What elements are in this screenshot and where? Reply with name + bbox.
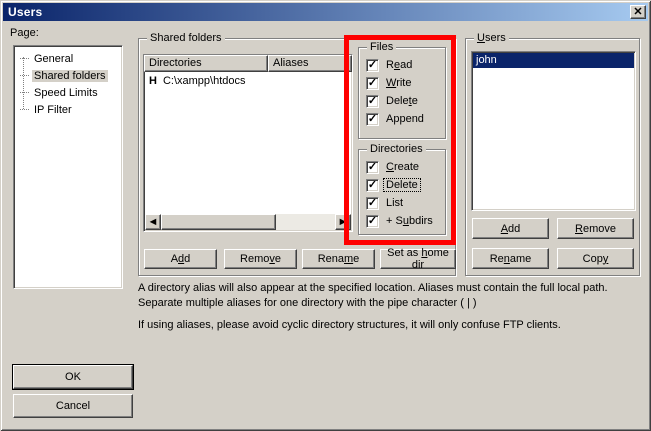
scrollbar-track[interactable] [276, 214, 335, 230]
check-icon: ✓ [368, 114, 377, 125]
checked-checkbox-icon[interactable]: ✓ [366, 179, 379, 192]
shared-folders-group-title: Shared folders [147, 32, 225, 44]
users-group: Users john Add Remove Rename Copy [465, 38, 640, 276]
checkbox-label: Write [384, 77, 413, 89]
checkbox-subdirs[interactable]: ✓ + Subdirs [366, 214, 435, 228]
add-folder-button[interactable]: Add [144, 249, 217, 269]
button-label: Add [171, 253, 191, 265]
check-icon: ✓ [368, 162, 377, 173]
tree-item-label: Shared folders [32, 70, 108, 82]
window-title: Users [8, 5, 42, 19]
horizontal-scrollbar[interactable]: ◄ ► [145, 214, 351, 230]
tree-item-label: IP Filter [32, 104, 74, 116]
files-group-title: Files [367, 41, 396, 53]
tree-item-general[interactable]: General [16, 50, 120, 67]
tree-item-label: Speed Limits [32, 87, 100, 99]
close-icon: ✕ [633, 7, 642, 18]
checkbox-label: Delete [384, 95, 420, 107]
tree-item-shared-folders[interactable]: Shared folders [16, 67, 120, 84]
directories-listview[interactable]: Directories Aliases H C:\xampp\htdocs ◄ … [143, 54, 353, 232]
checkbox-label: Create [384, 161, 421, 173]
tree-connector-icon [20, 58, 29, 59]
checkbox-list[interactable]: ✓ List [366, 196, 405, 210]
page-tree[interactable]: General Shared folders Speed Limits IP F… [13, 45, 123, 289]
directories-group: Directories ✓ Create ✓ Delete ✓ List ✓ +… [358, 149, 446, 235]
add-user-button[interactable]: Add [472, 218, 549, 239]
scroll-right-button[interactable]: ► [335, 214, 351, 230]
scroll-left-button[interactable]: ◄ [145, 214, 161, 230]
rename-folder-button[interactable]: Rename [302, 249, 375, 269]
checkbox-label: Delete [384, 179, 420, 191]
tree-connector-icon [20, 75, 29, 76]
set-as-home-dir-button[interactable]: Set as home dir [380, 249, 456, 269]
checkbox-label: Append [384, 113, 426, 125]
check-icon: ✓ [368, 96, 377, 107]
check-icon: ✓ [368, 78, 377, 89]
help-paragraph-aliases: A directory alias will also appear at th… [138, 281, 645, 311]
button-label: Copy [583, 253, 609, 265]
remove-user-button[interactable]: Remove [557, 218, 634, 239]
home-dir-flag: H [146, 75, 160, 87]
checked-checkbox-icon[interactable]: ✓ [366, 161, 379, 174]
checked-checkbox-icon[interactable]: ✓ [366, 113, 379, 126]
cancel-button[interactable]: Cancel [13, 394, 133, 418]
checkbox-append[interactable]: ✓ Append [366, 112, 426, 126]
ok-button[interactable]: OK [13, 365, 133, 389]
help-text: A directory alias will also appear at th… [138, 281, 645, 340]
directories-group-title: Directories [367, 143, 426, 155]
button-label: Remove [240, 253, 281, 265]
page-label: Page: [10, 27, 39, 39]
column-header-directories[interactable]: Directories [144, 55, 268, 72]
tree-connector-icon [20, 109, 29, 110]
remove-folder-button[interactable]: Remove [224, 249, 297, 269]
checkbox-delete-dirs[interactable]: ✓ Delete [366, 178, 420, 192]
checkbox-create[interactable]: ✓ Create [366, 160, 421, 174]
button-label: Add [501, 223, 521, 235]
copy-user-button[interactable]: Copy [557, 248, 634, 269]
check-icon: ✓ [368, 198, 377, 209]
users-group-title: Users [474, 32, 509, 44]
user-name: john [476, 54, 497, 66]
listview-header: Directories Aliases [144, 55, 352, 72]
button-label: Set as home dir [381, 247, 455, 271]
tree-item-label: General [32, 53, 75, 65]
column-header-aliases[interactable]: Aliases [268, 55, 352, 72]
checked-checkbox-icon[interactable]: ✓ [366, 197, 379, 210]
directory-row[interactable]: H C:\xampp\htdocs [144, 74, 352, 88]
checkbox-read[interactable]: ✓ Read [366, 58, 414, 72]
directory-path: C:\xampp\htdocs [163, 75, 246, 87]
checkbox-label: + Subdirs [384, 215, 435, 227]
shared-folders-group: Shared folders Directories Aliases H C:\… [138, 38, 456, 276]
arrow-right-icon: ► [338, 217, 349, 228]
scrollbar-thumb[interactable] [161, 214, 276, 230]
checkbox-label: Read [384, 59, 414, 71]
help-paragraph-cyclic: If using aliases, please avoid cyclic di… [138, 318, 645, 333]
button-label: Remove [575, 223, 616, 235]
tree-item-ip-filter[interactable]: IP Filter [16, 101, 120, 118]
titlebar[interactable]: Users ✕ [3, 3, 648, 21]
tree-item-speed-limits[interactable]: Speed Limits [16, 84, 120, 101]
checked-checkbox-icon[interactable]: ✓ [366, 59, 379, 72]
button-label: Rename [318, 253, 360, 265]
checkbox-write[interactable]: ✓ Write [366, 76, 413, 90]
checkbox-delete-files[interactable]: ✓ Delete [366, 94, 420, 108]
button-label: Rename [490, 253, 532, 265]
check-icon: ✓ [368, 216, 377, 227]
user-list-item[interactable]: john [473, 53, 634, 68]
checkbox-label: List [384, 197, 405, 209]
checked-checkbox-icon[interactable]: ✓ [366, 215, 379, 228]
arrow-left-icon: ◄ [148, 217, 159, 228]
checked-checkbox-icon[interactable]: ✓ [366, 95, 379, 108]
tree-connector-icon [20, 92, 29, 93]
users-dialog: Users ✕ Page: General Shared folders Spe… [0, 0, 651, 431]
checked-checkbox-icon[interactable]: ✓ [366, 77, 379, 90]
close-button[interactable]: ✕ [630, 5, 646, 19]
check-icon: ✓ [368, 60, 377, 71]
rename-user-button[interactable]: Rename [472, 248, 549, 269]
users-listbox[interactable]: john [471, 51, 636, 211]
check-icon: ✓ [368, 180, 377, 191]
files-group: Files ✓ Read ✓ Write ✓ Delete ✓ Append [358, 47, 446, 139]
